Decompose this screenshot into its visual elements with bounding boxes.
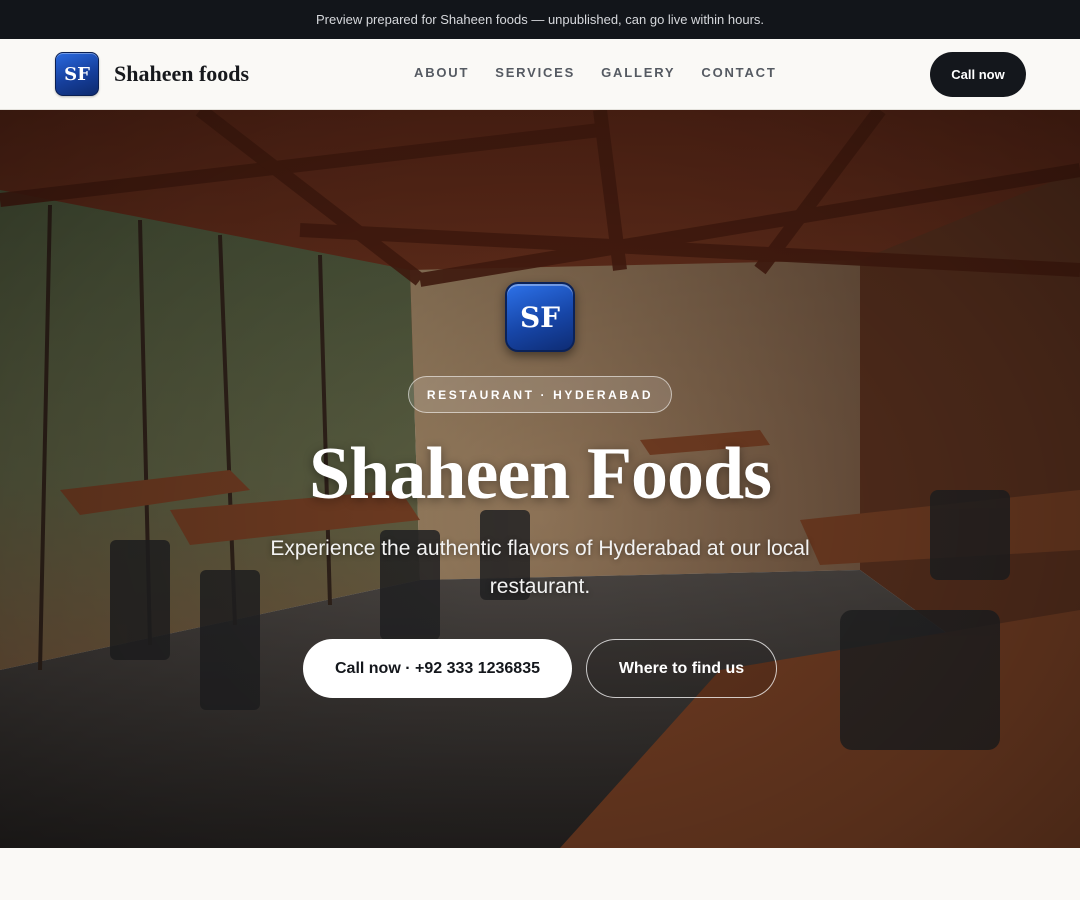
hero-subtitle: Experience the authentic flavors of Hyde…: [270, 537, 810, 598]
nav-link-gallery[interactable]: GALLERY: [601, 65, 675, 80]
where-to-find-us-button[interactable]: Where to find us: [586, 639, 777, 698]
main-nav: ABOUT SERVICES GALLERY CONTACT: [414, 65, 777, 80]
brand[interactable]: SF Shaheen foods: [55, 52, 249, 96]
nav-link-services[interactable]: SERVICES: [495, 65, 575, 80]
hero-section: SF RESTAURANT · HYDERABAD Shaheen Foods …: [0, 110, 1080, 848]
preview-banner-text: Preview prepared for Shaheen foods — unp…: [315, 12, 765, 27]
hero-logo-icon: SF: [505, 282, 575, 352]
header-call-button[interactable]: Call now: [930, 52, 1026, 97]
brand-name: Shaheen foods: [114, 61, 250, 86]
site-header: SF Shaheen foods ABOUT SERVICES GALLERY …: [0, 39, 1080, 110]
preview-banner: Preview prepared for Shaheen foods — unp…: [0, 0, 1080, 39]
category-badge: RESTAURANT · HYDERABAD: [408, 376, 672, 413]
nav-link-contact[interactable]: CONTACT: [701, 65, 776, 80]
logo-icon: SF: [55, 52, 99, 96]
next-section: [0, 848, 1080, 900]
call-now-phone-button[interactable]: Call now · +92 333 1236835: [303, 639, 572, 698]
nav-link-about[interactable]: ABOUT: [414, 65, 469, 80]
hero-title: Shaheen Foods: [309, 433, 772, 515]
